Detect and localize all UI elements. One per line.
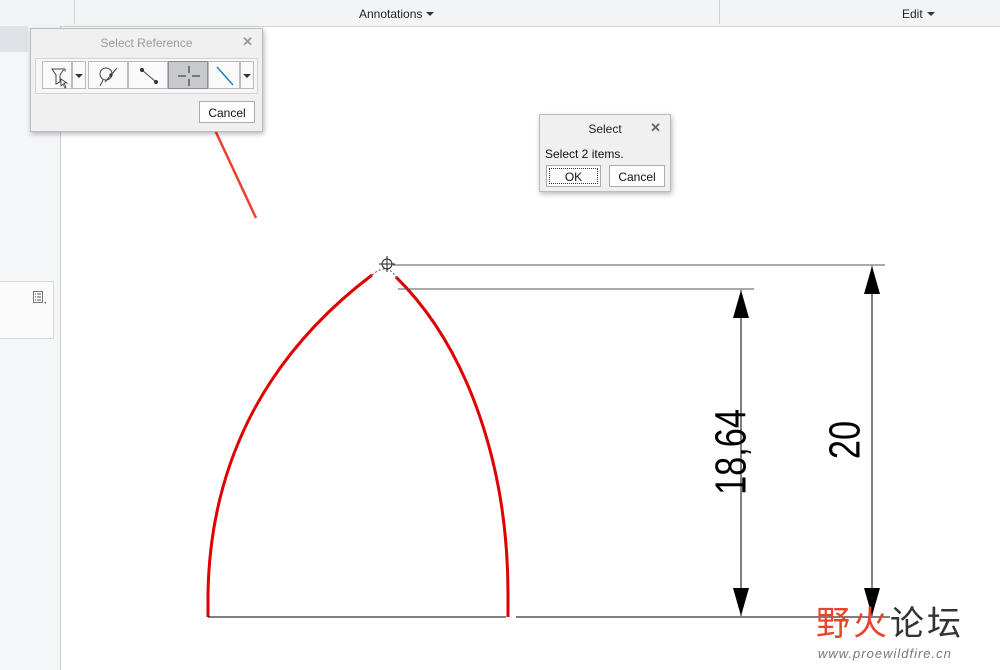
select-dialog: Select ✕ Select 2 items. OK Cancel <box>539 114 671 192</box>
select-dialog-message: Select 2 items. <box>545 147 624 161</box>
apex-point-marker[interactable] <box>379 256 395 272</box>
reference-toolbar <box>35 58 258 94</box>
dimension-18-64[interactable]: 18,64 <box>707 290 756 616</box>
watermark: 野火论坛 www.proewildfire.cn <box>816 604 964 661</box>
line-reference-button[interactable] <box>208 61 240 89</box>
select-reference-cancel-button[interactable]: Cancel <box>199 101 255 123</box>
dimension-text-18-64: 18,64 <box>707 409 756 495</box>
dimension-text-20: 20 <box>821 421 870 459</box>
ok-button[interactable]: OK <box>546 165 601 187</box>
intersection-point-icon <box>178 66 200 86</box>
watermark-text-dark: 论坛 <box>890 604 964 644</box>
select-reference-dialog: Select Reference ✕ Cancel <box>30 28 263 132</box>
virtual-apex-arc <box>371 268 397 278</box>
chevron-down-icon <box>243 74 251 78</box>
watermark-text-red: 野火 <box>816 604 890 644</box>
select-reference-title: Select Reference <box>100 36 193 50</box>
close-icon[interactable]: ✕ <box>650 121 661 135</box>
close-icon[interactable]: ✕ <box>242 35 253 49</box>
filter-select-button[interactable] <box>42 61 72 89</box>
select-dialog-cancel-button[interactable]: Cancel <box>609 165 665 187</box>
edge-reference-icon <box>140 68 158 84</box>
curve-reference-icon <box>99 67 118 87</box>
watermark-url: www.proewildfire.cn <box>818 646 952 661</box>
filter-select-icon <box>51 67 69 89</box>
dimension-20[interactable]: 20 <box>821 266 880 616</box>
filter-dropdown[interactable] <box>72 61 86 89</box>
left-arc[interactable] <box>206 273 373 617</box>
edge-reference-button[interactable] <box>128 61 168 89</box>
chevron-down-icon <box>75 74 83 78</box>
line-dropdown[interactable] <box>240 61 254 89</box>
curve-reference-button[interactable] <box>88 61 128 89</box>
line-reference-icon <box>216 66 234 86</box>
intersection-point-button[interactable] <box>168 61 208 89</box>
right-arc[interactable] <box>394 275 510 617</box>
